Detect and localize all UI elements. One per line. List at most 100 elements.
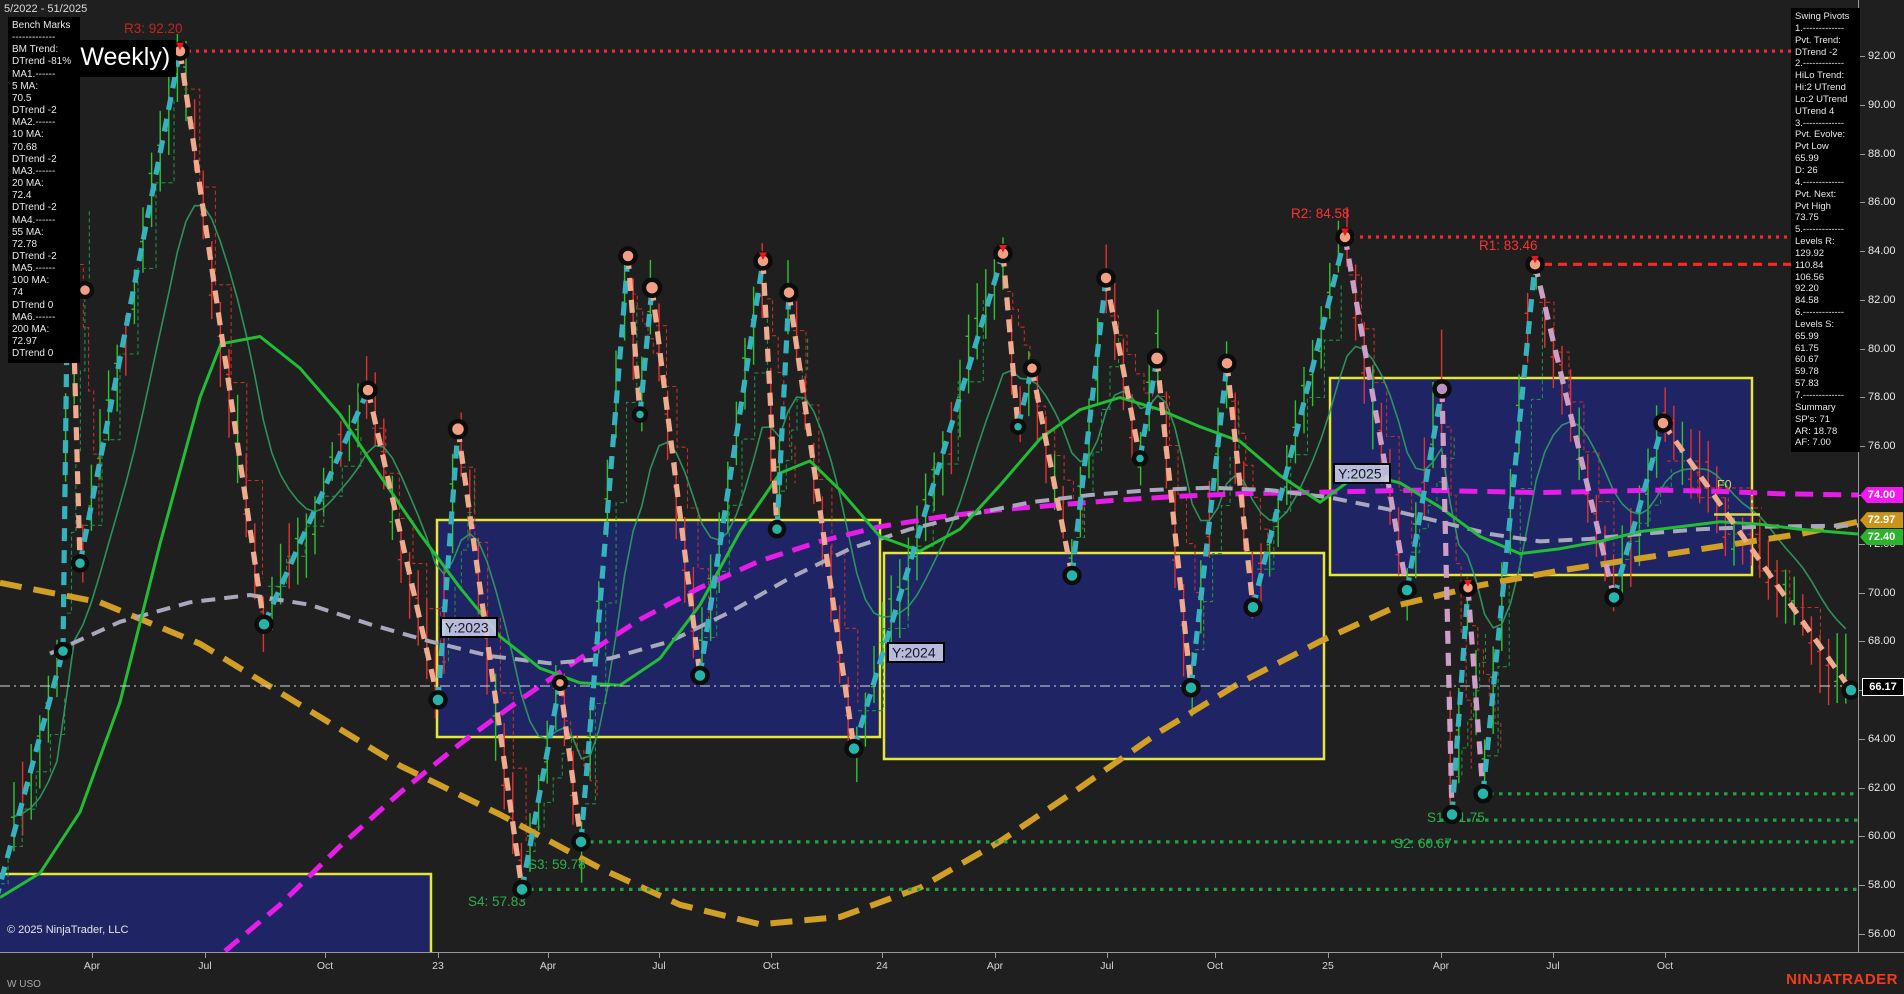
pivot-high-dot	[1096, 268, 1116, 288]
time-axis-tick-label: Jul	[652, 960, 666, 972]
price-axis-tick	[1859, 836, 1865, 838]
bench-marks-line: MA4.------	[12, 214, 56, 226]
swing-pivots-line: 60.67	[1795, 354, 1819, 366]
pivot-high-dot	[447, 418, 469, 440]
swing-pivots-line: 5.-------------	[1795, 224, 1845, 236]
swing-pivots-line: Levels R:	[1795, 236, 1835, 248]
bench-marks-line: Bench Marks	[12, 20, 71, 31]
time-axis-tick	[92, 953, 93, 958]
pivot-high-dot	[641, 277, 663, 298]
swing-pivots-line: Levels S:	[1795, 318, 1835, 330]
time-axis-tick-label: 23	[432, 960, 444, 972]
swing-pivots-line: Pvt. Trend:	[1795, 34, 1841, 46]
bench-marks-line: MA2.------	[12, 117, 56, 129]
bench-marks-panel: Bench Marks ------------- BM Trend: DTrend …	[8, 17, 80, 364]
time-axis[interactable]: W USO NINJATRADER Apr Jul Oct 23 Apr Jul Oct 24…	[0, 952, 1904, 994]
f0-label: F0	[1717, 478, 1732, 492]
pivot-high-dot	[358, 380, 378, 400]
price-axis-tick-label: 76.00	[1868, 440, 1896, 453]
pivot-high-dot	[1146, 348, 1168, 369]
pivot-low-dot	[1062, 565, 1082, 586]
swing-pivots-line: HiLo Trend:	[1795, 70, 1845, 82]
time-axis-tick	[1553, 953, 1554, 958]
time-axis-tick	[548, 953, 549, 958]
swing-pivots-line: DTrend -2	[1795, 46, 1838, 58]
swing-pivots-line: 61.75	[1795, 342, 1819, 354]
price-axis-tick-label: 82.00	[1868, 293, 1896, 306]
swing-pivots-line: D: 26	[1795, 164, 1818, 176]
swing-pivots-line: Lo:2 UTrend	[1795, 93, 1848, 105]
pivot-high-dot	[618, 246, 638, 266]
pivot-low-dot	[254, 614, 274, 635]
price-axis-tick-label: 92.00	[1868, 50, 1896, 62]
swing-pivots-line: 59.78	[1795, 366, 1819, 378]
price-axis-tick	[1859, 934, 1865, 936]
bench-marks-line: 72.78	[12, 238, 38, 250]
time-axis-tick-label: Jul	[1100, 960, 1114, 972]
swing-pivots-line: Pvt. Next:	[1795, 188, 1837, 200]
pivot-low-dot	[844, 738, 864, 759]
swing-pivots-line: AF: 7.00	[1795, 437, 1831, 449]
price-axis-tick	[1859, 543, 1865, 545]
price-axis-tick-label: 64.00	[1868, 732, 1896, 745]
resistance-level-label: R3: 92.20	[124, 21, 183, 36]
price-axis-tick	[1859, 885, 1865, 887]
time-axis-tick-label: Jul	[1546, 960, 1560, 972]
swing-pivots-line: Pvt. Evolve:	[1795, 129, 1846, 141]
swing-pivots-line: 3.-------------	[1795, 117, 1845, 129]
pivot-high-dot	[75, 280, 95, 300]
swing-pivots-line: Pvt High	[1795, 200, 1831, 212]
bench-marks-line: DTrend -2	[12, 105, 57, 117]
bench-marks-line: 100 MA:	[12, 275, 50, 287]
chart-date-range: 5/2022 - 51/2025	[4, 3, 88, 15]
last-price-tag: 66.17	[1862, 677, 1904, 696]
time-axis-tick	[205, 953, 206, 958]
price-axis-tick	[1859, 738, 1865, 740]
pivot-low-dot	[571, 832, 591, 852]
year-range-box	[435, 518, 882, 739]
price-axis[interactable]: 92.00 90.00 88.00 86.00 84.00 82.00 80.00 78.00…	[1858, 0, 1904, 952]
time-axis-tick-label: Oct	[762, 960, 780, 972]
pivot-low-dot	[428, 690, 448, 710]
chart-period-label: (Weekly)	[70, 40, 177, 77]
pivot-low-dot	[1604, 587, 1624, 608]
time-axis-tick-label: Jul	[198, 960, 212, 972]
swing-pivots-line: 4.-------------	[1795, 176, 1845, 188]
time-axis-tick	[1328, 953, 1329, 958]
bench-marks-line: 74	[12, 287, 24, 299]
swing-pivots-line: 106.56	[1795, 271, 1825, 283]
ninjatrader-logo: NINJATRADER	[1786, 971, 1898, 988]
swing-pivots-line: 65.99	[1795, 153, 1819, 165]
swing-pivots-line: 110.84	[1795, 259, 1824, 271]
swing-pivots-panel: Swing Pivots 1.------------- Pvt. Trend: DT…	[1791, 8, 1860, 453]
swing-pivots-line: AR: 18.78	[1795, 425, 1838, 437]
price-axis-tick	[1859, 592, 1865, 594]
bench-marks-line: 72.4	[12, 190, 32, 202]
pivot-high-dot	[1217, 353, 1237, 374]
swing-pivots-line: 92.20	[1795, 283, 1819, 295]
price-axis-tick-label: 60.00	[1868, 830, 1896, 843]
swing-pivots-line: Hi:2 UTrend	[1795, 82, 1846, 94]
time-axis-tick	[995, 953, 996, 958]
price-axis-tick-label: 84.00	[1868, 245, 1896, 258]
time-axis-tick-label: 25	[1322, 960, 1334, 972]
bench-marks-line: 200 MA:	[12, 323, 50, 335]
bench-marks-line: -------------	[12, 32, 56, 44]
pivot-high-dot	[551, 674, 569, 692]
bench-marks-line: 70.5	[12, 92, 32, 104]
price-axis-tick-label: 62.00	[1868, 781, 1896, 794]
time-axis-tick	[659, 953, 660, 958]
resistance-level-label: R2: 84.58	[1291, 206, 1350, 221]
time-axis-tick-label: Apr	[83, 960, 101, 972]
price-axis-tick-label: 86.00	[1868, 196, 1896, 209]
time-axis-tick-label: Apr	[1432, 960, 1450, 972]
pivot-low-dot	[1009, 418, 1027, 435]
pivot-low-dot	[70, 554, 90, 573]
pivot-high-dot	[1653, 413, 1673, 433]
price-chart-canvas[interactable]: R3: 92.20R2: 84.58R1: 83.46S1: 61.75S2: …	[0, 0, 1858, 952]
pivot-low-dot	[1131, 450, 1149, 467]
time-axis-tick-label: Apr	[539, 960, 557, 972]
time-axis-tick	[771, 953, 772, 958]
year-label: Y:2025	[1338, 466, 1382, 482]
bench-marks-line: MA5.------	[12, 263, 56, 275]
